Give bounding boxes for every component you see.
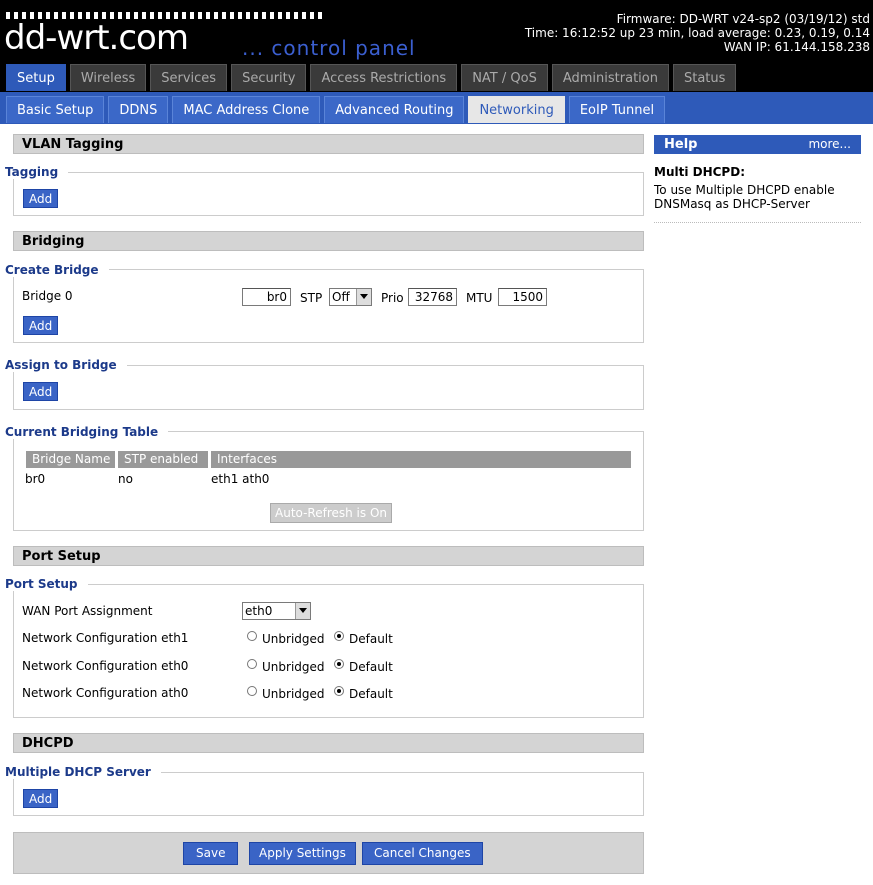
apply-settings-button[interactable]: Apply Settings — [249, 842, 356, 865]
fieldset-create-bridge — [13, 269, 644, 343]
help-topic-text: To use Multiple DHCPD enable DNSMasq as … — [654, 183, 835, 211]
eth0-default-label: Default — [349, 660, 393, 674]
tab-status[interactable]: Status — [672, 64, 737, 91]
eth0-unbridged-radio[interactable] — [247, 659, 257, 669]
bridge-name-input[interactable]: br0 — [242, 288, 291, 306]
prio-label: Prio — [381, 291, 404, 305]
sub-tabs: Basic Setup DDNS MAC Address Clone Advan… — [6, 96, 666, 123]
bridge-add-button[interactable]: Add — [23, 316, 59, 335]
firmware-info: Firmware: DD-WRT v24-sp2 (03/19/12) std … — [525, 12, 870, 54]
stp-label: STP — [300, 291, 323, 305]
bridge0-label: Bridge 0 — [22, 289, 73, 303]
subtab-advanced-routing[interactable]: Advanced Routing — [324, 96, 465, 123]
cell-interfaces: eth1 ath0 — [211, 472, 270, 486]
firmware-version: Firmware: DD-WRT v24-sp2 (03/19/12) std — [616, 12, 870, 26]
subtab-networking[interactable]: Networking — [468, 96, 565, 123]
wan-port-value: eth0 — [245, 604, 273, 618]
stp-select[interactable]: Off — [329, 288, 372, 306]
tab-services[interactable]: Services — [150, 64, 228, 91]
tab-security[interactable]: Security — [231, 64, 307, 91]
fieldset-tagging — [13, 172, 644, 216]
help-topic-title: Multi DHCPD: — [654, 165, 745, 179]
help-divider — [654, 222, 861, 223]
cancel-changes-button[interactable]: Cancel Changes — [362, 842, 483, 865]
netconf-eth0-label: Network Configuration eth0 — [22, 659, 189, 673]
section-bridging: Bridging — [13, 231, 644, 251]
auto-refresh-button[interactable]: Auto-Refresh is On — [270, 503, 392, 523]
tab-nat-qos[interactable]: NAT / QoS — [461, 64, 548, 91]
wan-port-label: WAN Port Assignment — [22, 604, 153, 618]
header: dd-wrt.com ... control panel Firmware: D… — [0, 0, 873, 92]
th-bridge-name: Bridge Name — [26, 451, 115, 468]
th-interfaces: Interfaces — [211, 451, 631, 468]
tab-wireless[interactable]: Wireless — [69, 64, 147, 91]
legend-tagging: Tagging — [5, 165, 69, 179]
uptime: Time: 16:12:52 up 23 min, load average: … — [524, 26, 870, 40]
legend-bridging-table: Current Bridging Table — [5, 425, 169, 439]
ath0-default-label: Default — [349, 687, 393, 701]
subtab-mac-address-clone[interactable]: MAC Address Clone — [172, 96, 321, 123]
subtab-eoip-tunnel[interactable]: EoIP Tunnel — [568, 96, 666, 123]
mtu-label: MTU — [466, 291, 493, 305]
ath0-default-radio[interactable] — [334, 686, 344, 696]
assign-add-button[interactable]: Add — [23, 382, 59, 401]
section-dhcpd: DHCPD — [13, 733, 644, 753]
eth1-unbridged-radio[interactable] — [247, 631, 257, 641]
netconf-ath0-label: Network Configuration ath0 — [22, 686, 189, 700]
legend-create-bridge: Create Bridge — [5, 263, 109, 277]
eth1-unbridged-label: Unbridged — [262, 632, 325, 646]
main-tabs: Setup Wireless Services Security Access … — [6, 64, 737, 91]
subtab-ddns[interactable]: DDNS — [108, 96, 169, 123]
help-title-label: Help — [664, 137, 698, 152]
eth1-default-label: Default — [349, 632, 393, 646]
eth0-default-radio[interactable] — [334, 659, 344, 669]
eth1-default-radio[interactable] — [334, 631, 344, 641]
save-button[interactable]: Save — [183, 842, 239, 865]
stp-select-value: Off — [332, 290, 350, 304]
chevron-down-icon — [356, 289, 371, 305]
legend-multiple-dhcp: Multiple DHCP Server — [5, 765, 161, 779]
section-vlan-tagging: VLAN Tagging — [13, 134, 644, 154]
cell-stp-enabled: no — [118, 472, 133, 486]
section-port-setup: Port Setup — [13, 546, 644, 566]
th-stp-enabled: STP enabled — [118, 451, 208, 468]
tab-administration[interactable]: Administration — [551, 64, 669, 91]
wan-ip: WAN IP: 61.144.158.238 — [723, 40, 870, 54]
wan-port-select[interactable]: eth0 — [242, 602, 311, 620]
help-header: Help more... — [654, 135, 861, 154]
ath0-unbridged-radio[interactable] — [247, 686, 257, 696]
control-panel-subtitle: ... control panel — [242, 36, 416, 60]
dhcp-add-button[interactable]: Add — [23, 789, 59, 808]
tab-access-restrictions[interactable]: Access Restrictions — [310, 64, 458, 91]
legend-assign-to-bridge: Assign to Bridge — [5, 358, 127, 372]
eth0-unbridged-label: Unbridged — [262, 660, 325, 674]
mtu-input[interactable]: 1500 — [498, 288, 547, 306]
cell-bridge-name: br0 — [25, 472, 46, 486]
ath0-unbridged-label: Unbridged — [262, 687, 325, 701]
prio-input[interactable]: 32768 — [408, 288, 457, 306]
help-more-link[interactable]: more... — [808, 135, 851, 154]
netconf-eth1-label: Network Configuration eth1 — [22, 631, 189, 645]
vlan-add-button[interactable]: Add — [23, 189, 59, 208]
subtab-basic-setup[interactable]: Basic Setup — [6, 96, 105, 123]
chevron-down-icon — [295, 603, 310, 619]
tab-setup[interactable]: Setup — [6, 64, 66, 91]
legend-port-setup: Port Setup — [5, 577, 88, 591]
